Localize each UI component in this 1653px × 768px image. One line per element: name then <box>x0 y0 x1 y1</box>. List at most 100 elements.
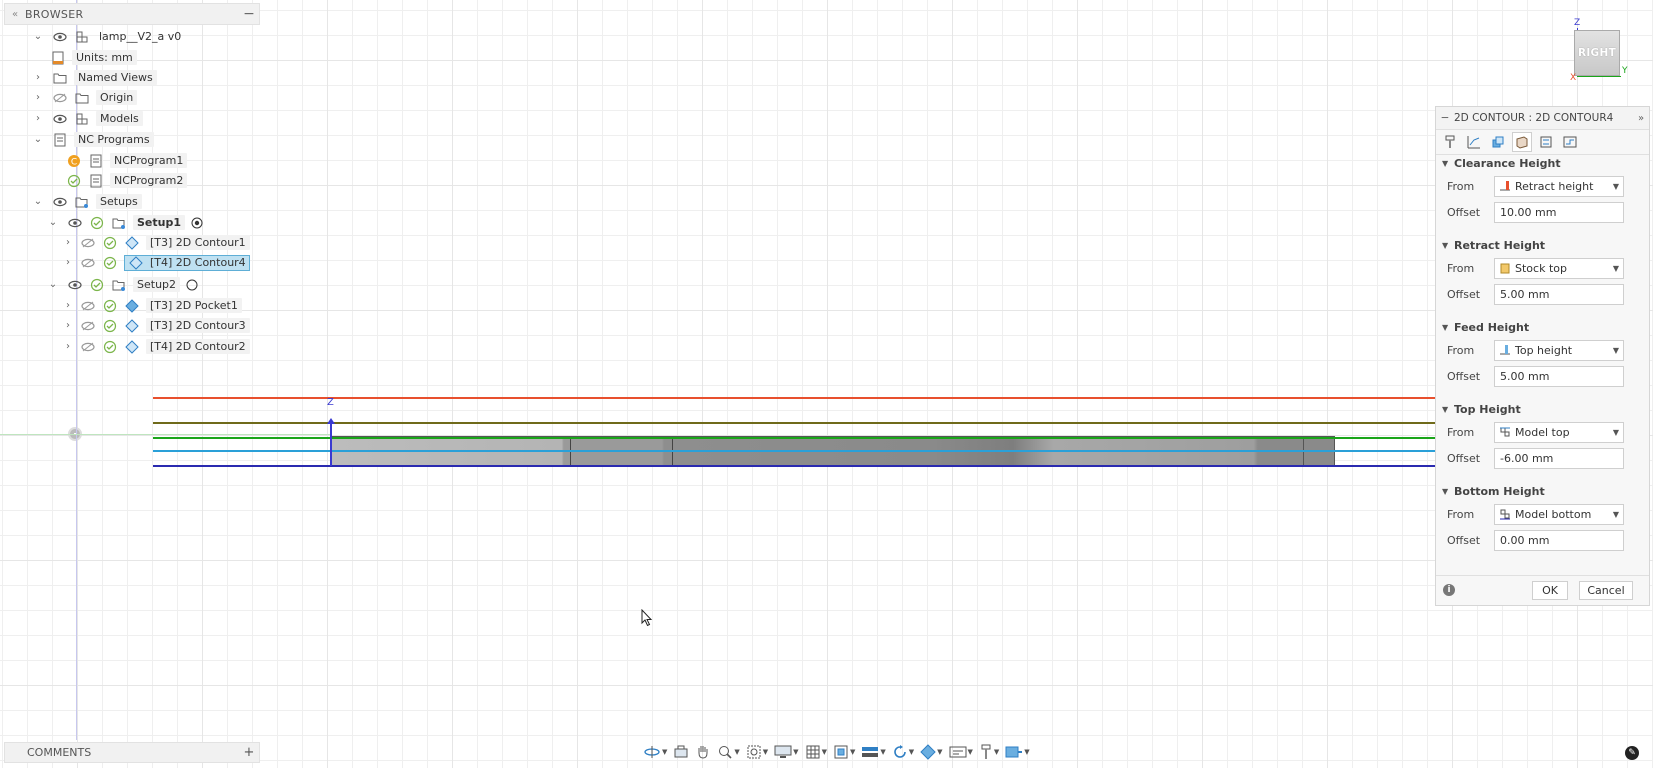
active-radio-icon[interactable] <box>189 216 205 230</box>
collapse-dialog-icon[interactable]: − <box>1436 112 1454 124</box>
section-header[interactable]: ▼ Top Height <box>1436 399 1649 419</box>
chevron-right-icon[interactable]: › <box>32 112 44 126</box>
chevron-right-icon[interactable]: › <box>62 256 74 270</box>
ok-button[interactable]: OK <box>1532 580 1568 600</box>
setups-folder-icon <box>74 195 90 209</box>
retract-offset-input[interactable]: 5.00 mm <box>1494 283 1624 305</box>
environment-icon[interactable]: ▼ <box>861 742 886 762</box>
tree-item-nc-programs[interactable]: ⌄ NC Programs <box>32 130 154 149</box>
minus-icon[interactable]: − <box>239 6 259 22</box>
section-header[interactable]: ▼ Feed Height <box>1436 317 1649 337</box>
feed-offset-input[interactable]: 5.00 mm <box>1494 365 1624 387</box>
tree-item-models[interactable]: › Models <box>32 109 143 128</box>
check-status-icon <box>89 278 105 292</box>
tree-item-setups[interactable]: ⌄ Setups <box>32 192 142 211</box>
plus-icon[interactable]: + <box>239 745 259 760</box>
chevron-down-icon[interactable]: ⌄ <box>47 278 59 292</box>
chevron-down-icon[interactable]: ⌄ <box>32 195 44 209</box>
tree-item-units[interactable]: Units: mm <box>50 48 137 67</box>
stock-icon[interactable]: ▼ <box>920 742 943 762</box>
tree-item-operation-selected[interactable]: › [T4] 2D Contour4 <box>62 253 250 272</box>
offset-row: Offset 5.00 mm <box>1436 281 1649 307</box>
chevron-right-icon[interactable]: › <box>32 71 44 85</box>
eye-icon[interactable] <box>67 278 83 292</box>
check-status-icon <box>89 216 105 230</box>
info-icon[interactable]: i <box>1443 584 1455 596</box>
clearance-offset-input[interactable]: 10.00 mm <box>1494 201 1624 223</box>
viewports-icon[interactable]: ▼ <box>833 742 855 762</box>
chevron-right-icon[interactable]: › <box>62 236 74 250</box>
eye-icon[interactable] <box>52 195 68 209</box>
document-settings-icon <box>50 51 66 65</box>
look-at-icon[interactable] <box>673 742 689 762</box>
display-settings-icon[interactable]: ▼ <box>774 742 799 762</box>
eye-icon[interactable] <box>67 216 83 230</box>
chevron-right-icon[interactable]: › <box>62 299 74 313</box>
retract-height-line <box>153 422 1435 424</box>
post-process-icon[interactable]: ▼ <box>1005 742 1030 762</box>
tree-item-named-views[interactable]: › Named Views <box>32 68 157 87</box>
section-header[interactable]: ▼ Clearance Height <box>1436 153 1649 173</box>
expand-dialog-icon[interactable]: » <box>1633 113 1649 124</box>
clearance-from-dropdown[interactable]: Retract height ▼ <box>1494 175 1624 197</box>
chevron-down-icon[interactable]: ⌄ <box>32 133 44 147</box>
heights-icon[interactable] <box>1488 132 1508 152</box>
tree-item-operation[interactable]: › [T4] 2D Contour2 <box>62 337 250 356</box>
section-header[interactable]: ▼ Retract Height <box>1436 235 1649 255</box>
tree-item-operation[interactable]: › [T3] 2D Contour1 <box>62 233 250 252</box>
tree-item-operation[interactable]: › [T3] 2D Contour3 <box>62 316 250 335</box>
eye-hidden-icon[interactable] <box>80 340 96 354</box>
linking-icon[interactable] <box>1536 132 1556 152</box>
fit-icon[interactable]: ▼ <box>746 742 768 762</box>
chevron-right-icon[interactable]: › <box>62 340 74 354</box>
post-icon[interactable] <box>1560 132 1580 152</box>
double-chevron-left-icon[interactable]: « <box>5 9 25 20</box>
section-header[interactable]: ▼ Bottom Height <box>1436 481 1649 501</box>
eye-icon[interactable] <box>52 112 68 126</box>
tree-item-origin[interactable]: › Origin <box>32 88 138 107</box>
top-from-dropdown[interactable]: Model top ▼ <box>1494 421 1624 443</box>
eye-hidden-icon[interactable] <box>80 299 96 313</box>
geometry-icon[interactable] <box>1464 132 1484 152</box>
passes-icon[interactable] <box>1512 132 1532 152</box>
retract-height-section: ▼ Retract Height From Stock top ▼ Offset … <box>1436 235 1649 307</box>
bottom-offset-input[interactable]: 0.00 mm <box>1494 529 1624 551</box>
tree-item-operation[interactable]: › [T3] 2D Pocket1 <box>62 296 242 315</box>
pan-icon[interactable] <box>695 742 711 762</box>
eye-hidden-icon[interactable] <box>80 319 96 333</box>
feed-from-dropdown[interactable]: Top height ▼ <box>1494 339 1624 361</box>
dropdown-value: Model top <box>1515 425 1570 439</box>
eye-hidden-icon[interactable] <box>80 256 96 270</box>
tree-item-document[interactable]: ⌄ lamp__V2_a v0 <box>32 27 184 46</box>
tree-item-ncprogram1[interactable]: C NCProgram1 <box>66 151 188 170</box>
section-title: Feed Height <box>1454 320 1530 334</box>
tree-item-setup1[interactable]: ⌄ Setup1 <box>47 213 211 232</box>
simulate-icon[interactable]: ▼ <box>892 742 914 762</box>
setup-sheet-icon[interactable]: ▼ <box>949 742 973 762</box>
grid-icon[interactable]: ▼ <box>805 742 827 762</box>
operation-dialog: − 2D CONTOUR : 2D CONTOUR4 » ▼ Clearance … <box>1435 106 1650 606</box>
comments-panel[interactable]: COMMENTS + <box>4 742 260 763</box>
view-cube[interactable]: RIGHT <box>1574 30 1620 76</box>
bottom-from-dropdown[interactable]: Model bottom ▼ <box>1494 503 1624 525</box>
chevron-right-icon[interactable]: › <box>62 319 74 333</box>
tree-item-label: Units: mm <box>72 50 137 65</box>
chevron-right-icon[interactable]: › <box>32 91 44 105</box>
eye-hidden-icon[interactable] <box>52 91 68 105</box>
chevron-down-icon[interactable]: ⌄ <box>32 30 44 44</box>
eye-hidden-icon[interactable] <box>80 236 96 250</box>
tool-icon[interactable] <box>1440 132 1460 152</box>
tree-item-setup2[interactable]: ⌄ Setup2 <box>47 275 206 294</box>
chevron-down-icon[interactable]: ⌄ <box>47 216 59 230</box>
top-offset-input[interactable]: -6.00 mm <box>1494 447 1624 469</box>
dialog-header: − 2D CONTOUR : 2D CONTOUR4 » <box>1436 107 1649 130</box>
eye-icon[interactable] <box>52 30 68 44</box>
notification-icon[interactable]: ✎ <box>1625 746 1639 760</box>
tool-library-icon[interactable]: ▼ <box>979 742 999 762</box>
tree-item-ncprogram2[interactable]: NCProgram2 <box>66 171 188 190</box>
retract-from-dropdown[interactable]: Stock top ▼ <box>1494 257 1624 279</box>
cancel-button[interactable]: Cancel <box>1579 580 1633 600</box>
inactive-radio-icon[interactable] <box>184 278 200 292</box>
orbit-icon[interactable]: ▼ <box>643 742 667 762</box>
zoom-icon[interactable]: ▼ <box>717 742 740 762</box>
